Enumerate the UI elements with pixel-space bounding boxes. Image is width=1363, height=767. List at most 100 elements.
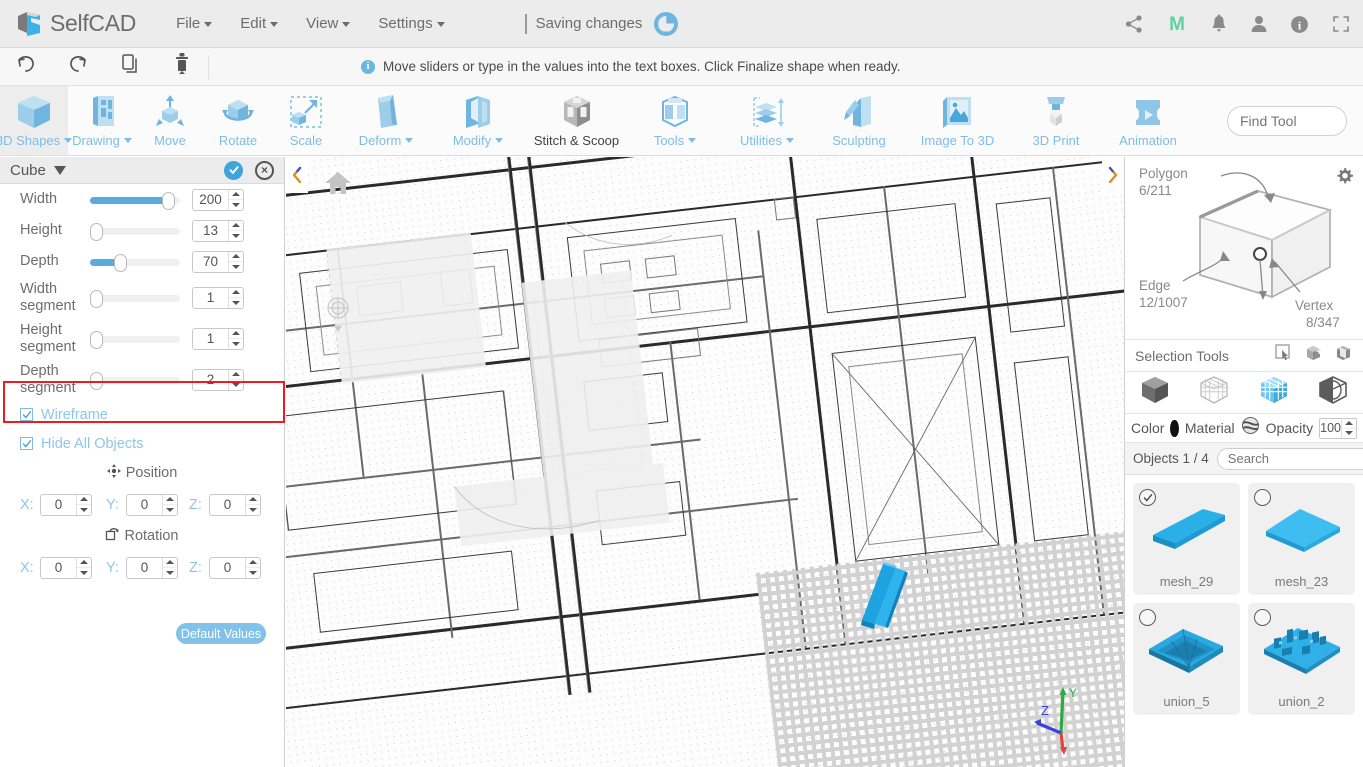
app-logo[interactable]: SelfCAD	[14, 9, 136, 39]
slider-knob[interactable]	[90, 330, 103, 349]
checkbox-icon[interactable]	[20, 437, 33, 450]
polygon-mode-icon[interactable]	[1257, 375, 1291, 410]
position-x-input[interactable]: 0	[40, 493, 92, 516]
menu-settings[interactable]: Settings	[364, 11, 458, 36]
material-sphere-icon[interactable]	[1241, 416, 1260, 440]
rotation-z-input[interactable]: 0	[209, 556, 261, 579]
height-stepper[interactable]	[228, 220, 243, 241]
position-y-stepper[interactable]	[162, 494, 177, 515]
height-input[interactable]: 13	[192, 219, 244, 242]
stepper-up[interactable]	[229, 190, 243, 200]
caret-down-icon[interactable]	[53, 165, 66, 175]
rotation-y-stepper[interactable]	[162, 557, 177, 578]
depth-stepper[interactable]	[228, 251, 243, 272]
stepper-up[interactable]	[229, 221, 243, 231]
vertex-mode-icon[interactable]	[1197, 375, 1231, 410]
confirm-shape-button[interactable]	[224, 160, 243, 180]
width-segment-stepper[interactable]	[228, 287, 243, 308]
stepper-down[interactable]	[163, 505, 177, 515]
position-y-input[interactable]: 0	[126, 493, 178, 516]
stepper-down[interactable]	[229, 298, 243, 308]
stepper-down[interactable]	[77, 568, 91, 578]
rotation-y-input[interactable]: 0	[126, 556, 178, 579]
user-account-icon[interactable]	[1250, 14, 1268, 34]
height-slider[interactable]	[90, 221, 180, 241]
stepper-down[interactable]	[1342, 429, 1356, 438]
menu-file[interactable]: File	[162, 11, 226, 36]
width-segment-input[interactable]: 1	[192, 286, 244, 309]
stepper-down[interactable]	[246, 568, 260, 578]
stepper-down[interactable]	[229, 339, 243, 349]
stepper-down[interactable]	[246, 505, 260, 515]
slider-knob[interactable]	[162, 191, 175, 210]
stepper-up[interactable]	[246, 558, 260, 568]
checkbox-hide-all-objects[interactable]: Hide All Objects	[0, 429, 284, 458]
stepper-down[interactable]	[229, 380, 243, 390]
select-add-icon[interactable]	[1305, 344, 1323, 367]
position-z-stepper[interactable]	[245, 494, 260, 515]
opacity-stepper[interactable]	[1341, 418, 1356, 438]
tool-utilities[interactable]: Utilities	[721, 86, 813, 155]
stepper-down[interactable]	[229, 200, 243, 210]
slider-knob[interactable]	[90, 222, 103, 241]
slider-knob[interactable]	[90, 371, 103, 390]
depth-slider[interactable]	[90, 252, 180, 272]
share-icon[interactable]	[1124, 14, 1144, 34]
selected-mesh-object[interactable]	[855, 562, 915, 630]
object-select-radio[interactable]	[1139, 609, 1156, 626]
tool-rotate[interactable]: Rotate	[204, 86, 272, 155]
objects-search-input[interactable]	[1225, 450, 1363, 467]
position-x-stepper[interactable]	[76, 494, 91, 515]
orbit-target-icon[interactable]	[324, 295, 352, 340]
stepper-up[interactable]	[229, 370, 243, 380]
tool-scale[interactable]: Scale	[272, 86, 340, 155]
slider-knob[interactable]	[90, 289, 103, 308]
width-stepper[interactable]	[228, 189, 243, 210]
menu-edit[interactable]: Edit	[226, 11, 292, 36]
undo-button[interactable]	[0, 48, 52, 86]
tool-move[interactable]: Move	[136, 86, 204, 155]
rotation-x-stepper[interactable]	[76, 557, 91, 578]
position-z-input[interactable]: 0	[209, 493, 261, 516]
rectangle-select-icon[interactable]	[1275, 344, 1293, 367]
menu-view[interactable]: View	[292, 11, 364, 36]
redo-button[interactable]	[52, 48, 104, 86]
find-tool-input[interactable]	[1238, 112, 1363, 130]
object-card-mesh-29[interactable]: mesh_29	[1133, 483, 1240, 595]
depth-segment-stepper[interactable]	[228, 369, 243, 390]
tool-sculpting[interactable]: Sculpting	[813, 86, 905, 155]
tool-3d-print[interactable]: 3D Print	[1010, 86, 1102, 155]
depth-segment-slider[interactable]	[90, 370, 180, 390]
height-segment-input[interactable]: 1	[192, 327, 244, 350]
mailchimp-m-icon[interactable]: M	[1166, 13, 1188, 35]
stepper-up[interactable]	[163, 495, 177, 505]
stepper-down[interactable]	[77, 505, 91, 515]
tool-drawing[interactable]: Drawing	[68, 86, 136, 155]
viewport-prev-button[interactable]	[286, 157, 308, 193]
stepper-up[interactable]	[229, 252, 243, 262]
opacity-input[interactable]: 100	[1319, 417, 1357, 439]
tool-animation[interactable]: Animation	[1102, 86, 1194, 155]
object-card-mesh-23[interactable]: mesh_23	[1248, 483, 1355, 595]
stepper-up[interactable]	[229, 329, 243, 339]
object-card-union-5[interactable]: union_5	[1133, 603, 1240, 715]
bell-notification-icon[interactable]	[1210, 14, 1228, 34]
stepper-up[interactable]	[163, 558, 177, 568]
stepper-up[interactable]	[229, 288, 243, 298]
slider-knob[interactable]	[114, 253, 127, 272]
delete-button[interactable]	[156, 48, 208, 86]
rotation-x-input[interactable]: 0	[40, 556, 92, 579]
stepper-down[interactable]	[163, 568, 177, 578]
stepper-up[interactable]	[246, 495, 260, 505]
viewport-next-button[interactable]	[1102, 157, 1124, 193]
depth-input[interactable]: 70	[192, 250, 244, 273]
axis-gizmo[interactable]: Y Z	[1029, 685, 1099, 757]
default-values-button[interactable]: Default Values	[176, 623, 266, 644]
stepper-up[interactable]	[77, 558, 91, 568]
info-circle-icon[interactable]: i	[1290, 15, 1309, 34]
tool-tools[interactable]: Tools	[629, 86, 721, 155]
object-select-radio[interactable]	[1254, 609, 1271, 626]
depth-segment-input[interactable]: 2	[192, 368, 244, 391]
object-card-union-2[interactable]: union_2	[1248, 603, 1355, 715]
width-segment-slider[interactable]	[90, 288, 180, 308]
